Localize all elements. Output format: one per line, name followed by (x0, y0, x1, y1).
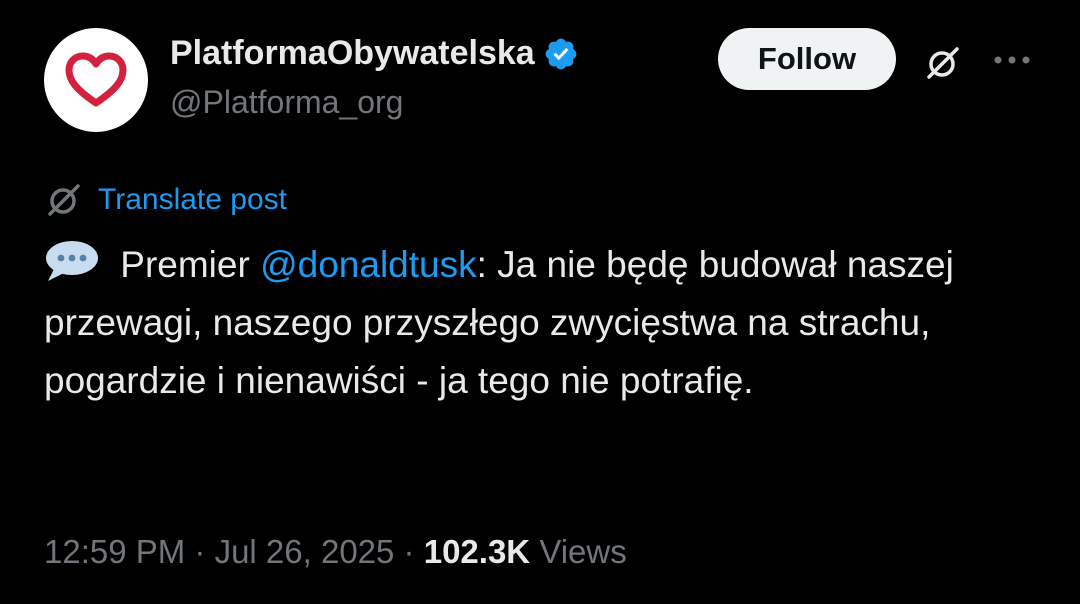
post-meta: 12:59 PM · Jul 26, 2025 · 102.3K Views (44, 533, 627, 571)
grok-icon (48, 184, 80, 216)
speech-balloon-icon (46, 241, 98, 281)
verified-badge-icon (545, 38, 577, 69)
mention-link[interactable]: @donaldtusk (260, 244, 477, 285)
author-handle[interactable]: @Platforma_org (170, 84, 403, 121)
more-button[interactable] (990, 40, 1034, 80)
follow-button[interactable]: Follow (718, 28, 896, 90)
views-count[interactable]: 102.3K (424, 533, 530, 570)
author-name[interactable]: PlatformaObywatelska (170, 34, 535, 73)
meta-separator: · (394, 533, 424, 570)
views-label: Views (539, 533, 627, 570)
grok-button[interactable] (920, 40, 966, 86)
post-time[interactable]: 12:59 PM (44, 533, 185, 570)
heart-logo-icon (65, 52, 127, 107)
more-icon (994, 56, 1030, 64)
author-name-row[interactable]: PlatformaObywatelska (170, 34, 579, 73)
translate-post-link[interactable]: Translate post (98, 183, 287, 217)
meta-separator: · (185, 533, 215, 570)
post-date[interactable]: Jul 26, 2025 (215, 533, 395, 570)
translate-post[interactable]: Translate post (44, 180, 287, 220)
post-prefix: Premier (110, 244, 261, 285)
avatar[interactable] (44, 28, 148, 132)
post-text: Premier @donaldtusk: Ja nie będę budował… (44, 236, 1044, 410)
grok-icon (927, 47, 959, 79)
